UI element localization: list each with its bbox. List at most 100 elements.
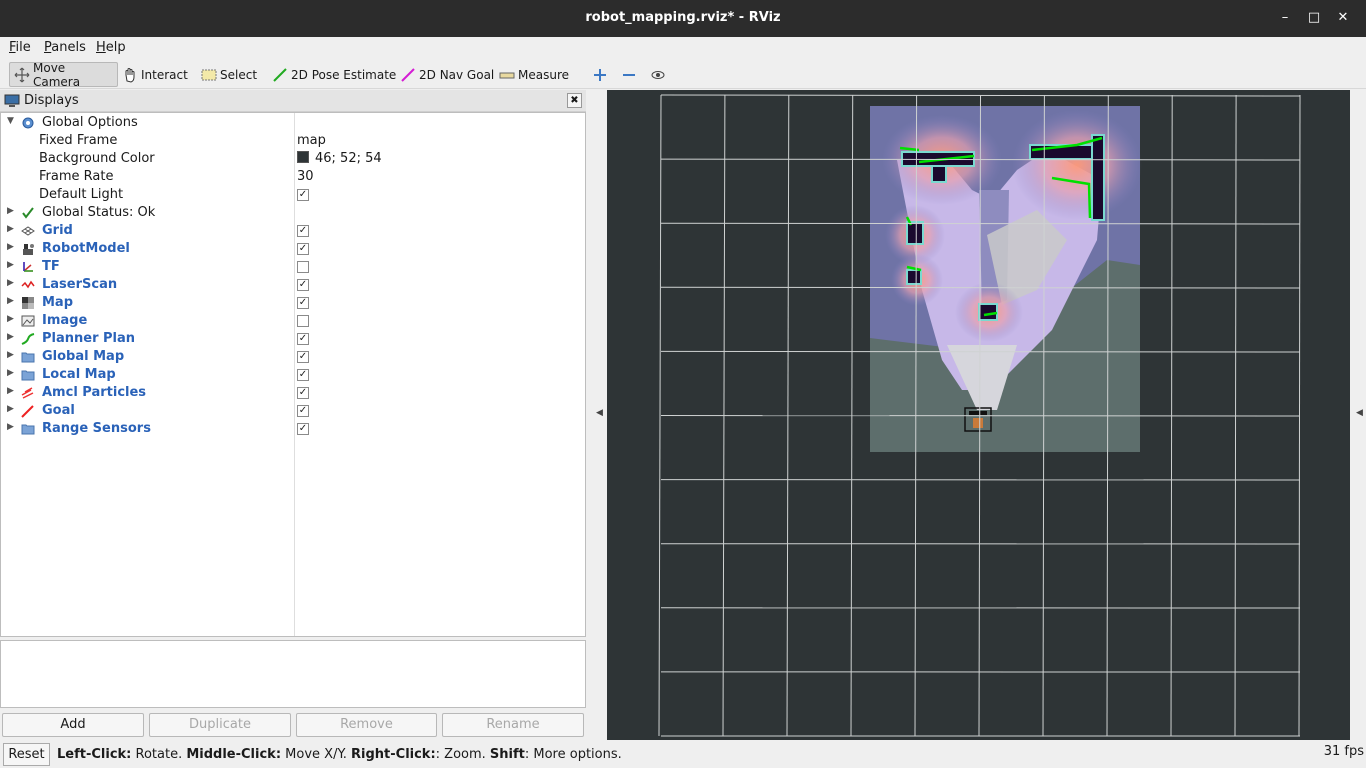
right-splitter[interactable]: ◀ — [1350, 90, 1366, 740]
collapse-arrow-icon[interactable]: ▶ — [7, 278, 14, 288]
reset-button[interactable]: Reset — [3, 743, 50, 766]
tree-row-background-color[interactable]: Background Color 46; 52; 54 — [1, 150, 585, 168]
display-label: Local Map — [42, 367, 116, 382]
collapse-arrow-icon[interactable]: ▶ — [7, 206, 14, 216]
nav-goal-button[interactable]: 2D Nav Goal — [396, 62, 498, 87]
rename-button[interactable]: Rename — [442, 713, 584, 737]
grid-line — [660, 350, 1301, 353]
collapse-arrow-icon[interactable]: ▶ — [7, 296, 14, 306]
tree-row-tf[interactable]: ▶ TF — [1, 258, 585, 276]
grid-line — [660, 94, 1301, 97]
goal-arrow-icon — [400, 67, 416, 83]
left-splitter[interactable]: ◀ — [589, 90, 607, 740]
pose-estimate-label: 2D Pose Estimate — [291, 67, 397, 82]
tree-row-robotmodel[interactable]: ▶ RobotModel ✓ — [1, 240, 585, 258]
fixed-frame-value[interactable]: map — [297, 133, 326, 148]
frame-rate-value[interactable]: 30 — [297, 169, 314, 184]
tree-row-goal[interactable]: ▶ Goal ✓ — [1, 402, 585, 420]
add-button[interactable]: Add — [2, 713, 144, 737]
particles-icon — [21, 387, 34, 399]
inflation-zone — [1012, 110, 1142, 220]
grid-line — [660, 286, 1301, 289]
image-checkbox[interactable] — [297, 315, 309, 327]
tree-row-image[interactable]: ▶ Image — [1, 312, 585, 330]
maximize-icon[interactable]: □ — [1305, 9, 1323, 27]
grid-checkbox[interactable]: ✓ — [297, 225, 309, 237]
range-sensors-checkbox[interactable]: ✓ — [297, 423, 309, 435]
amcl-particles-checkbox[interactable]: ✓ — [297, 387, 309, 399]
minimize-icon[interactable]: – — [1276, 9, 1294, 27]
menu-help[interactable]: Help — [96, 40, 126, 55]
collapse-arrow-icon[interactable]: ▶ — [7, 404, 14, 414]
goal-icon — [21, 405, 34, 418]
axes-icon — [23, 262, 33, 272]
image-icon — [21, 315, 35, 327]
views-button[interactable] — [646, 62, 673, 87]
tree-row-global-map[interactable]: ▶ Global Map ✓ — [1, 348, 585, 366]
tree-row-fixed-frame[interactable]: Fixed Frame map — [1, 132, 585, 150]
display-label: Range Sensors — [42, 421, 151, 436]
collapse-arrow-icon[interactable]: ▶ — [7, 332, 14, 342]
goal-checkbox[interactable]: ✓ — [297, 405, 309, 417]
tree-row-map[interactable]: ▶ Map ✓ — [1, 294, 585, 312]
tree-row-frame-rate[interactable]: Frame Rate 30 — [1, 168, 585, 186]
collapse-arrow-icon[interactable]: ▶ — [7, 242, 14, 252]
grid-icon — [21, 226, 35, 236]
interact-button[interactable]: Interact — [118, 62, 192, 87]
description-panel — [0, 640, 586, 708]
background-color-value[interactable]: 46; 52; 54 — [297, 151, 382, 166]
move-camera-button[interactable]: Move Camera — [9, 61, 118, 89]
tree-row-local-map[interactable]: ▶ Local Map ✓ — [1, 366, 585, 384]
local-map-checkbox[interactable]: ✓ — [297, 369, 309, 381]
select-label: Select — [220, 67, 258, 82]
grid-line — [658, 94, 662, 737]
hand-icon — [122, 67, 138, 83]
menu-bar: File Panels Help — [0, 37, 1366, 59]
help-text: Left-Click: Rotate. Middle-Click: Move X… — [57, 747, 622, 762]
tree-row-default-light[interactable]: Default Light ✓ — [1, 186, 585, 204]
expand-arrow-icon[interactable]: ▼ — [7, 116, 14, 126]
menu-panels[interactable]: Panels — [44, 40, 86, 55]
tf-checkbox[interactable] — [297, 261, 309, 273]
robotmodel-checkbox[interactable]: ✓ — [297, 243, 309, 255]
interact-label: Interact — [141, 67, 188, 82]
ruler-icon — [499, 67, 515, 83]
tree-row-planner-plan[interactable]: ▶ Planner Plan ✓ — [1, 330, 585, 348]
fixed-frame-label: Fixed Frame — [39, 133, 118, 148]
menu-file[interactable]: File — [9, 40, 31, 55]
pose-estimate-button[interactable]: 2D Pose Estimate — [268, 62, 400, 87]
collapse-arrow-icon[interactable]: ▶ — [7, 224, 14, 234]
collapse-arrow-icon[interactable]: ▶ — [7, 260, 14, 270]
tree-row-amcl-particles[interactable]: ▶ Amcl Particles ✓ — [1, 384, 585, 402]
select-button[interactable]: Select — [197, 62, 261, 87]
close-icon[interactable]: ✕ — [1334, 9, 1352, 27]
tree-row-global-options[interactable]: ▼ Global Options — [1, 114, 585, 132]
collapse-arrow-icon[interactable]: ▶ — [7, 386, 14, 396]
add-tool-button[interactable] — [588, 62, 615, 87]
render-viewport[interactable] — [607, 90, 1350, 740]
tree-row-global-status[interactable]: ▶ Global Status: Ok — [1, 204, 585, 222]
remove-tool-button[interactable] — [617, 62, 644, 87]
planner-plan-checkbox[interactable]: ✓ — [297, 333, 309, 345]
default-light-checkbox[interactable]: ✓ — [297, 189, 309, 201]
collapse-arrow-icon[interactable]: ▶ — [7, 314, 14, 324]
close-panel-icon[interactable]: ✖ — [567, 93, 582, 108]
displays-title: Displays — [24, 93, 79, 108]
tree-row-range-sensors[interactable]: ▶ Range Sensors ✓ — [1, 420, 585, 438]
display-label: Global Map — [42, 349, 125, 364]
remove-button[interactable]: Remove — [296, 713, 437, 737]
global-map-checkbox[interactable]: ✓ — [297, 351, 309, 363]
map-icon — [22, 297, 34, 309]
minus-icon — [621, 67, 637, 83]
collapse-arrow-icon[interactable]: ▶ — [7, 368, 14, 378]
map-checkbox[interactable]: ✓ — [297, 297, 309, 309]
measure-button[interactable]: Measure — [495, 62, 573, 87]
collapse-arrow-icon[interactable]: ▶ — [7, 422, 14, 432]
tree-row-grid[interactable]: ▶ Grid ✓ — [1, 222, 585, 240]
robot-icon — [23, 244, 34, 255]
collapse-arrow-icon[interactable]: ▶ — [7, 350, 14, 360]
duplicate-button[interactable]: Duplicate — [149, 713, 291, 737]
laserscan-checkbox[interactable]: ✓ — [297, 279, 309, 291]
tree-row-laserscan[interactable]: ▶ LaserScan ✓ — [1, 276, 585, 294]
move-camera-icon — [14, 67, 30, 83]
